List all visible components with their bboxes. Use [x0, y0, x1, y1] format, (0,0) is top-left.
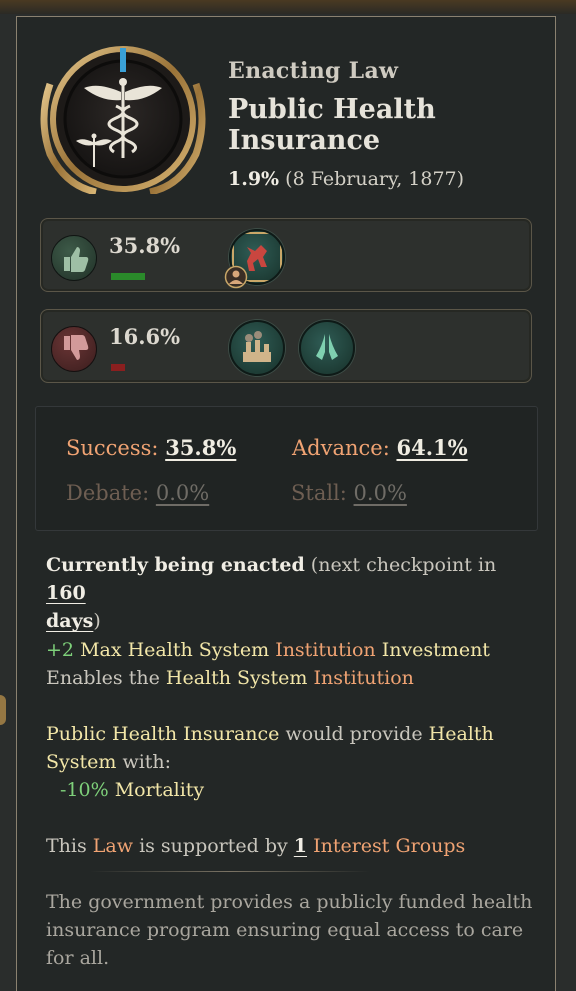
debate-value[interactable]: 0.0%	[156, 481, 209, 505]
supported-count[interactable]: 1	[294, 835, 307, 857]
supported-mid: is supported by	[139, 835, 288, 857]
success-value[interactable]: 35.8%	[165, 435, 236, 460]
stall-value[interactable]: 0.0%	[354, 481, 407, 505]
mortality-value: -10%	[60, 779, 109, 801]
checkpoint-days-unit[interactable]: days	[46, 610, 93, 632]
progress-percent: 1.9%	[228, 168, 280, 190]
supporters-bar	[111, 273, 145, 280]
supporters-row: 35.8%	[40, 218, 532, 292]
status-close: )	[93, 610, 101, 632]
supporters-percent: 35.8%	[109, 233, 181, 258]
section-divider	[90, 871, 370, 872]
devout-icon[interactable]	[299, 320, 355, 376]
provide-health[interactable]: Health	[429, 723, 494, 745]
effect-bonus: +2	[46, 639, 75, 661]
enactment-status: Currently being enacted (next checkpoint…	[46, 551, 516, 635]
status-pre: (next checkpoint in	[310, 554, 497, 576]
effect-max-hs[interactable]: Max Health System	[80, 639, 269, 661]
progress-date: (8 February, 1877)	[285, 168, 465, 190]
law-effects: +2 Max Health System Institution Investm…	[46, 636, 526, 692]
law-provides: Public Health Insurance would provide He…	[46, 720, 526, 804]
thumbs-up-icon	[51, 235, 97, 281]
mortality-label[interactable]: Mortality	[115, 779, 204, 801]
window-top-edge	[0, 0, 576, 14]
provide-verb: would provide	[285, 723, 423, 745]
opponents-bar	[111, 364, 125, 371]
thumbs-down-icon	[51, 326, 97, 372]
leader-badge-icon	[224, 265, 248, 289]
provide-law[interactable]: Public Health Insurance	[46, 723, 279, 745]
supported-groups[interactable]: Interest Groups	[313, 835, 465, 857]
description-line-2: insurance program ensuring equal access …	[46, 919, 524, 969]
law-name[interactable]: Public Health Insurance	[228, 94, 576, 156]
enactment-chances: Success: 35.8% Advance: 64.1% Debate: 0.…	[35, 406, 538, 531]
checkpoint-days[interactable]: 160	[46, 582, 86, 604]
debate-chance: Debate: 0.0%	[66, 481, 209, 505]
law-header: Enacting Law Public Health Insurance 1.9…	[228, 58, 576, 190]
effect-investment: Investment	[381, 639, 490, 661]
success-chance: Success: 35.8%	[66, 435, 236, 460]
advance-chance: Advance: 64.1%	[292, 435, 468, 460]
status-enacted: Currently being enacted	[46, 554, 305, 576]
provide-system[interactable]: System	[46, 751, 116, 773]
effect-institution-2[interactable]: Institution	[313, 667, 413, 689]
description-line-1: The government provides a publicly funde…	[46, 891, 533, 913]
caduceus-icon	[40, 46, 206, 194]
effect-enables: Enables the	[46, 667, 160, 689]
debate-label: Debate:	[66, 481, 150, 505]
supported-this: This	[46, 835, 87, 857]
panel-edge-ornament	[0, 695, 6, 725]
effect-health-system[interactable]: Health System	[166, 667, 308, 689]
opponents-percent: 16.6%	[109, 324, 181, 349]
law-supported-by: This Law is supported by 1 Interest Grou…	[46, 832, 526, 860]
stall-chance: Stall: 0.0%	[291, 481, 407, 505]
advance-value[interactable]: 64.1%	[396, 435, 467, 460]
provide-with: with:	[122, 751, 172, 773]
effect-institution[interactable]: Institution	[275, 639, 375, 661]
law-status-subtitle: Enacting Law	[228, 58, 399, 84]
supported-law[interactable]: Law	[93, 835, 133, 857]
industrialists-icon[interactable]	[229, 320, 285, 376]
opponents-row: 16.6%	[40, 309, 532, 383]
advance-label: Advance:	[292, 436, 390, 460]
enactment-progress: 1.9% (8 February, 1877)	[228, 168, 576, 190]
law-description: The government provides a publicly funde…	[46, 888, 546, 972]
success-label: Success:	[66, 436, 159, 460]
stall-label: Stall:	[291, 481, 347, 505]
